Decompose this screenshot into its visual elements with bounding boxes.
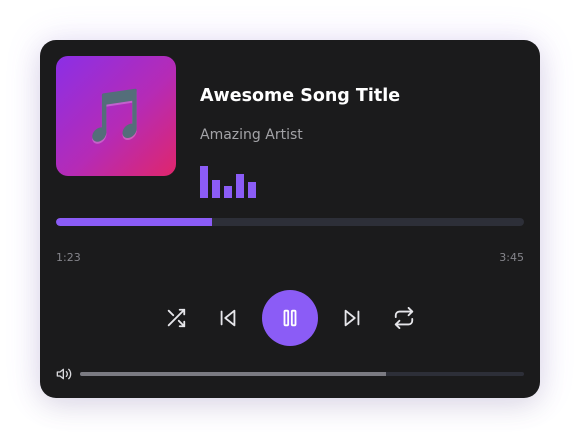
music-note-icon: 🎵 [83,86,149,146]
pause-icon [283,309,297,327]
repeat-icon [394,307,414,329]
repeat-button[interactable] [392,306,416,330]
visualizer-bar [200,166,208,198]
visualizer-bar [224,186,232,198]
song-title: Awesome Song Title [200,86,401,106]
next-button[interactable] [340,306,364,330]
album-art: 🎵 [56,56,176,176]
total-time: 3:45 [499,251,524,264]
shuffle-icon [167,308,186,328]
pause-button[interactable] [262,290,318,346]
stage: 🎵 Awesome Song Title Amazing Artist 1:23… [0,0,580,438]
shuffle-button[interactable] [164,306,188,330]
volume-button[interactable] [56,366,72,382]
speaker-icon [56,368,72,380]
artist-name: Amazing Artist [200,127,303,143]
skip-forward-icon [344,309,360,327]
audio-visualizer [200,158,260,198]
current-time: 1:23 [56,251,81,264]
progress-bar[interactable] [56,218,524,226]
skip-back-icon [220,309,236,327]
visualizer-bar [212,180,220,198]
previous-button[interactable] [216,306,240,330]
visualizer-bar [236,174,244,198]
volume-slider[interactable] [80,372,524,376]
volume-slider-fill [80,372,387,376]
progress-bar-fill [56,218,212,226]
music-player-card: 🎵 Awesome Song Title Amazing Artist 1:23… [40,40,540,398]
visualizer-bar [248,182,256,198]
